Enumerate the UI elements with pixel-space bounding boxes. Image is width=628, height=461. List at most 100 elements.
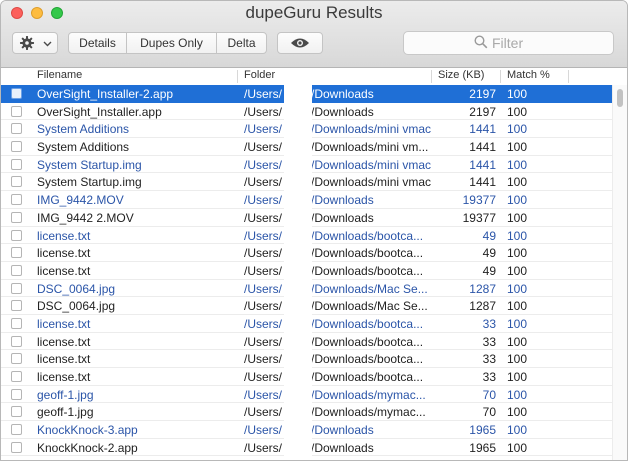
row-folder-user: /Users/: [244, 316, 283, 331]
row-checkbox[interactable]: [11, 247, 22, 259]
row-size: 1441: [469, 140, 496, 155]
column-divider[interactable]: [431, 70, 432, 83]
redacted-username-area: [284, 85, 312, 460]
row-match: 100: [507, 122, 528, 137]
row-checkbox[interactable]: [11, 317, 22, 329]
row-size: 1287: [469, 299, 496, 314]
quick-look-button[interactable]: [277, 32, 323, 54]
row-folder-path: /Downloads/bootca...: [311, 246, 424, 261]
filter-input[interactable]: [492, 35, 602, 51]
row-folder-path: /Downloads/bootca...: [311, 334, 424, 349]
row-folder-user: /Users/: [244, 387, 283, 402]
row-folder-path: /Downloads: [311, 87, 374, 101]
row-checkbox[interactable]: [11, 264, 22, 276]
row-size: 33: [482, 316, 496, 331]
row-folder-path: /Downloads: [311, 193, 374, 208]
row-checkbox[interactable]: [11, 300, 22, 312]
row-folder-user: /Users/: [244, 334, 283, 349]
row-folder-user: /Users/: [244, 157, 283, 172]
delta-button[interactable]: Delta: [217, 33, 266, 53]
row-size: 1441: [469, 157, 496, 172]
column-divider[interactable]: [568, 70, 569, 83]
row-checkbox[interactable]: [11, 388, 22, 400]
actions-menu-button[interactable]: [12, 32, 58, 54]
view-options-segmented-control: Details Dupes Only Delta: [68, 32, 267, 54]
row-checkbox[interactable]: [11, 371, 22, 382]
vertical-scrollbar[interactable]: [612, 85, 627, 460]
row-folder-path: /Downloads: [311, 423, 374, 438]
row-size: 1287: [469, 281, 496, 296]
search-icon: [474, 35, 488, 49]
row-filename: license.txt: [37, 263, 91, 278]
column-divider[interactable]: [237, 70, 238, 83]
row-checkbox[interactable]: [11, 353, 22, 365]
row-size: 70: [482, 405, 496, 420]
row-filename: license.txt: [37, 316, 91, 331]
row-match: 100: [507, 405, 528, 420]
scrollbar-thumb[interactable]: [617, 89, 623, 107]
row-checkbox[interactable]: [11, 406, 22, 418]
row-checkbox[interactable]: [11, 211, 22, 223]
row-match: 100: [507, 334, 528, 349]
row-size: 1965: [469, 440, 496, 455]
row-folder-user: /Users/: [244, 122, 283, 137]
row-checkbox[interactable]: [11, 176, 22, 188]
row-filename: System Additions: [37, 122, 130, 137]
row-size: 33: [482, 334, 496, 349]
row-size: 49: [482, 246, 496, 261]
results-table-header: Filename Folder Size (KB) Match %: [1, 68, 627, 86]
row-folder-path: /Downloads: [311, 440, 374, 455]
row-checkbox[interactable]: [11, 194, 22, 206]
row-checkbox[interactable]: [11, 158, 22, 170]
details-button[interactable]: Details: [69, 33, 127, 53]
row-folder-user: /Users/: [244, 228, 283, 243]
row-checkbox[interactable]: [11, 335, 22, 347]
row-checkbox[interactable]: [11, 282, 22, 294]
row-filename: System Startup.img: [37, 157, 142, 172]
row-folder-user: /Users/: [244, 299, 283, 314]
row-checkbox[interactable]: [11, 88, 22, 99]
row-folder-user: /Users/: [244, 281, 283, 296]
eye-icon: [291, 38, 309, 48]
row-checkbox[interactable]: [11, 229, 22, 241]
row-filename: license.txt: [37, 246, 91, 261]
dupes-only-button[interactable]: Dupes Only: [127, 33, 217, 53]
row-filename: DSC_0064.jpg: [37, 299, 116, 314]
row-size: 70: [482, 387, 496, 402]
row-match: 100: [507, 440, 528, 455]
column-divider[interactable]: [500, 70, 501, 83]
row-size: 19377: [462, 210, 496, 225]
column-header-match[interactable]: Match %: [507, 69, 550, 81]
row-filename: KnockKnock-3.app: [37, 423, 138, 438]
column-header-size[interactable]: Size (KB): [438, 69, 484, 81]
row-checkbox[interactable]: [11, 105, 22, 117]
row-match: 100: [507, 299, 528, 314]
row-filename: DSC_0064.jpg: [37, 281, 116, 296]
row-folder-path: /Downloads/Mac Se...: [311, 281, 428, 296]
row-checkbox[interactable]: [11, 441, 22, 453]
row-checkbox[interactable]: [11, 123, 22, 135]
row-size: 33: [482, 352, 496, 367]
row-folder-path: /Downloads/bootca...: [311, 228, 424, 243]
row-filename: geoff-1.jpg: [37, 405, 94, 420]
row-folder-user: /Users/: [244, 210, 283, 225]
row-size: 2197: [469, 104, 496, 119]
row-size: 1441: [469, 122, 496, 137]
column-header-folder[interactable]: Folder: [244, 69, 275, 81]
row-checkbox[interactable]: [11, 141, 22, 153]
row-match: 100: [507, 281, 528, 296]
row-filename: IMG_9442.MOV: [37, 193, 124, 208]
row-match: 100: [507, 370, 528, 384]
row-folder-path: /Downloads/mini vm...: [311, 140, 429, 155]
column-header-filename[interactable]: Filename: [37, 69, 82, 81]
row-folder-path: /Downloads: [311, 104, 374, 119]
row-match: 100: [507, 140, 528, 155]
row-filename: license.txt: [37, 352, 91, 367]
row-size: 33: [482, 370, 496, 384]
title-bar: dupeGuru Results Details Dupes Only Delt…: [1, 1, 627, 68]
row-checkbox[interactable]: [11, 424, 22, 436]
row-filename: license.txt: [37, 334, 91, 349]
filter-field[interactable]: [403, 31, 614, 55]
row-match: 100: [507, 246, 528, 261]
row-match: 100: [507, 87, 528, 101]
